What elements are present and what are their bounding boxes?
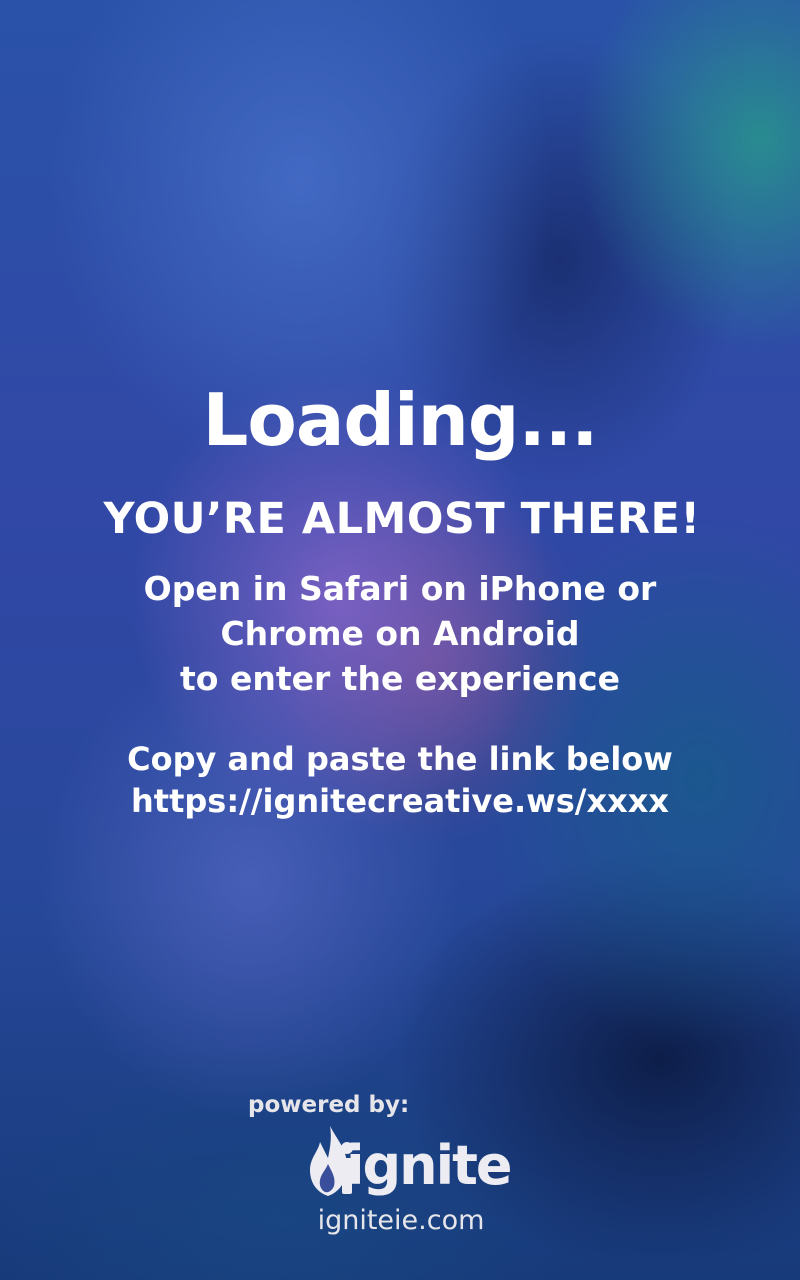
copy-prompt: Copy and paste the link below — [127, 740, 673, 778]
website-link[interactable]: igniteie.com — [0, 1203, 800, 1239]
experience-link[interactable]: https://ignitecreative.ws/xxxx — [80, 780, 720, 822]
instruction-line: Open in Safari on iPhone or — [143, 569, 657, 608]
instruction-line: to enter the experience — [180, 659, 620, 698]
ignite-logo[interactable]: ignite — [306, 1124, 513, 1200]
powered-by-label: powered by: — [248, 1092, 410, 1118]
brand-name: ignite — [346, 1134, 513, 1197]
copy-link-section: Copy and paste the link below https://ig… — [80, 738, 720, 822]
loading-title: Loading... — [202, 378, 599, 462]
headline: YOU’RE ALMOST THERE! — [103, 494, 701, 544]
browser-instructions: Open in Safari on iPhone or Chrome on An… — [100, 566, 700, 701]
instruction-line: Chrome on Android — [220, 614, 580, 653]
loading-screen: Loading... YOU’RE ALMOST THERE! Open in … — [0, 0, 800, 1280]
